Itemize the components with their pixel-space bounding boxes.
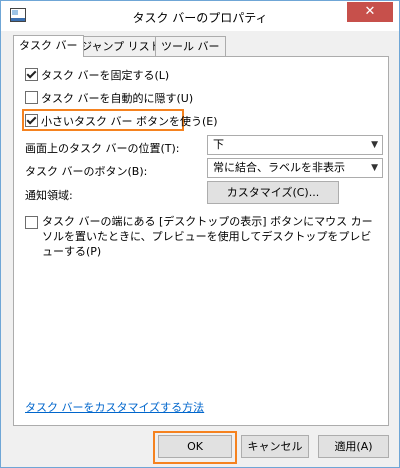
ok-button[interactable]: OK (158, 435, 232, 458)
cancel-button[interactable]: キャンセル (241, 435, 309, 458)
autohide-checkbox[interactable] (25, 91, 38, 104)
title-bar: タスク バーのプロパティ ✕ (1, 1, 399, 31)
chevron-down-icon: ▼ (371, 140, 378, 150)
lock-taskbar-label: タスク バーを固定する(L) (41, 69, 170, 82)
location-select[interactable]: 下 ▼ (207, 135, 383, 155)
buttons-setting-label: タスク バーのボタン(B): (25, 165, 148, 178)
lock-taskbar-checkbox[interactable] (25, 68, 38, 81)
tab-jumplist[interactable]: ジャンプ リスト (75, 36, 167, 56)
properties-window: タスク バーのプロパティ ✕ タスク バー ジャンプ リスト ツール バー タス… (0, 0, 400, 468)
buttons-setting-value: 常に結合、ラベルを非表示 (213, 161, 345, 174)
autohide-option[interactable]: タスク バーを自動的に隠す(U) (25, 90, 193, 106)
customize-button[interactable]: カスタマイズ(C)... (207, 181, 339, 204)
help-link[interactable]: タスク バーをカスタマイズする方法 (25, 399, 204, 415)
tab-taskbar[interactable]: タスク バー (13, 35, 84, 57)
close-icon: ✕ (364, 4, 376, 19)
lock-taskbar-option[interactable]: タスク バーを固定する(L) (25, 67, 169, 83)
peek-checkbox[interactable] (25, 216, 38, 229)
apply-button[interactable]: 適用(A) (318, 435, 389, 458)
peek-label: タスク バーの端にある [デスクトップの表示] ボタンにマウス カーソルを置いた… (42, 215, 373, 258)
small-buttons-checkbox[interactable] (25, 114, 38, 127)
small-buttons-option[interactable]: 小さいタスク バー ボタンを使う(E) (25, 113, 218, 129)
peek-option[interactable]: タスク バーの端にある [デスクトップの表示] ボタンにマウス カーソルを置いた… (25, 214, 375, 259)
window-title: タスク バーのプロパティ (132, 11, 268, 25)
location-value: 下 (213, 138, 224, 151)
autohide-label: タスク バーを自動的に隠す(U) (41, 92, 194, 105)
small-buttons-label: 小さいタスク バー ボタンを使う(E) (41, 115, 218, 128)
location-label: 画面上のタスク バーの位置(T): (25, 142, 180, 155)
close-button[interactable]: ✕ (347, 2, 393, 22)
buttons-setting-select[interactable]: 常に結合、ラベルを非表示 ▼ (207, 158, 383, 178)
tab-toolbar[interactable]: ツール バー (155, 36, 226, 56)
chevron-down-icon: ▼ (371, 163, 378, 173)
notify-label: 通知領域: (25, 189, 73, 202)
